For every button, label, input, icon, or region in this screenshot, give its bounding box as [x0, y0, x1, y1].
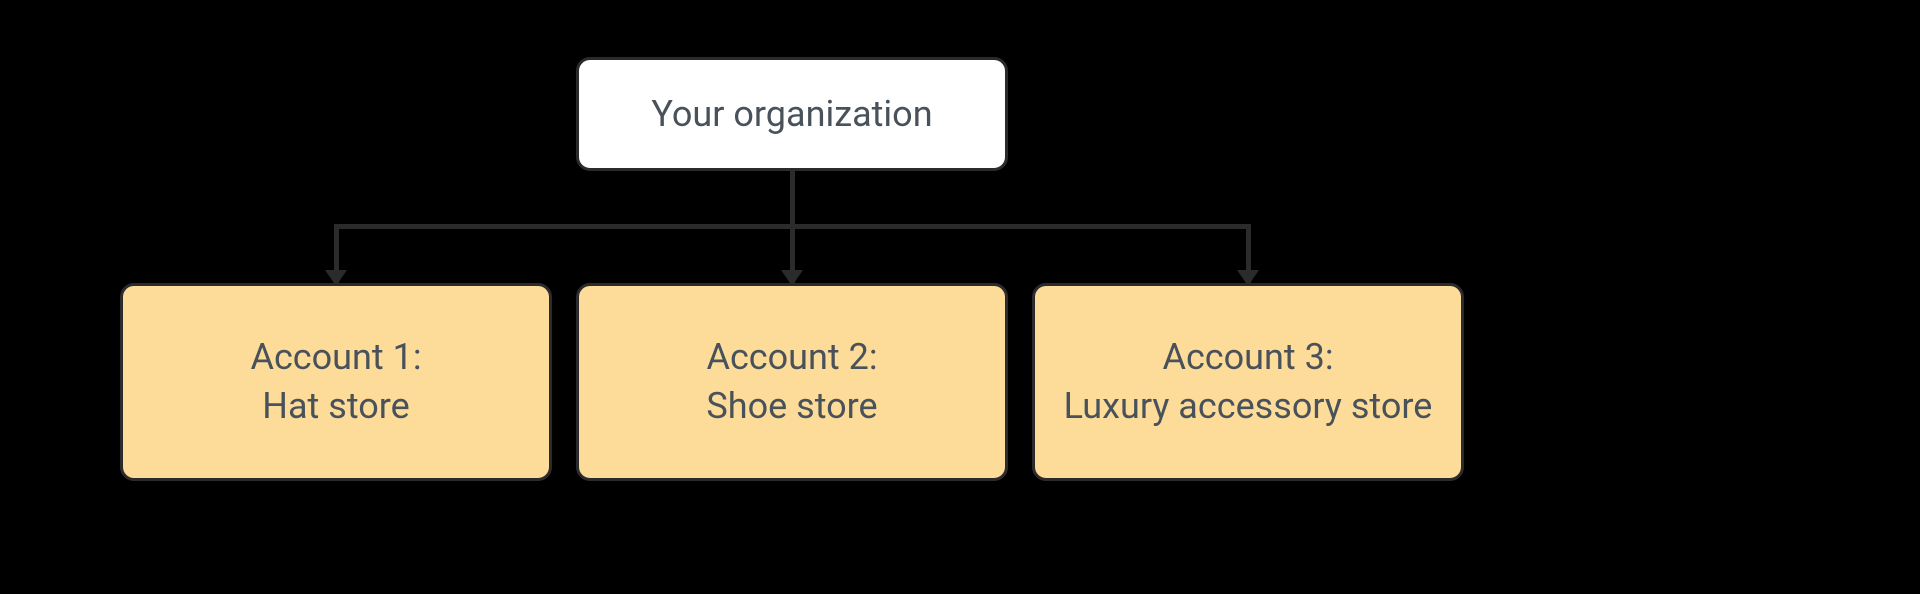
account-node-1: Account 1: Hat store	[120, 283, 552, 481]
account-title: Account 2:	[706, 333, 877, 382]
org-root-node: Your organization	[576, 57, 1008, 171]
account-subtitle: Luxury accessory store	[1064, 382, 1433, 431]
connector-root-drop	[790, 171, 795, 227]
account-subtitle: Shoe store	[706, 382, 877, 431]
account-title: Account 3:	[1162, 333, 1333, 382]
account-title: Account 1:	[250, 333, 421, 382]
account-node-2: Account 2: Shoe store	[576, 283, 1008, 481]
org-root-label: Your organization	[651, 93, 932, 135]
account-subtitle: Hat store	[262, 382, 409, 431]
account-node-3: Account 3: Luxury accessory store	[1032, 283, 1464, 481]
